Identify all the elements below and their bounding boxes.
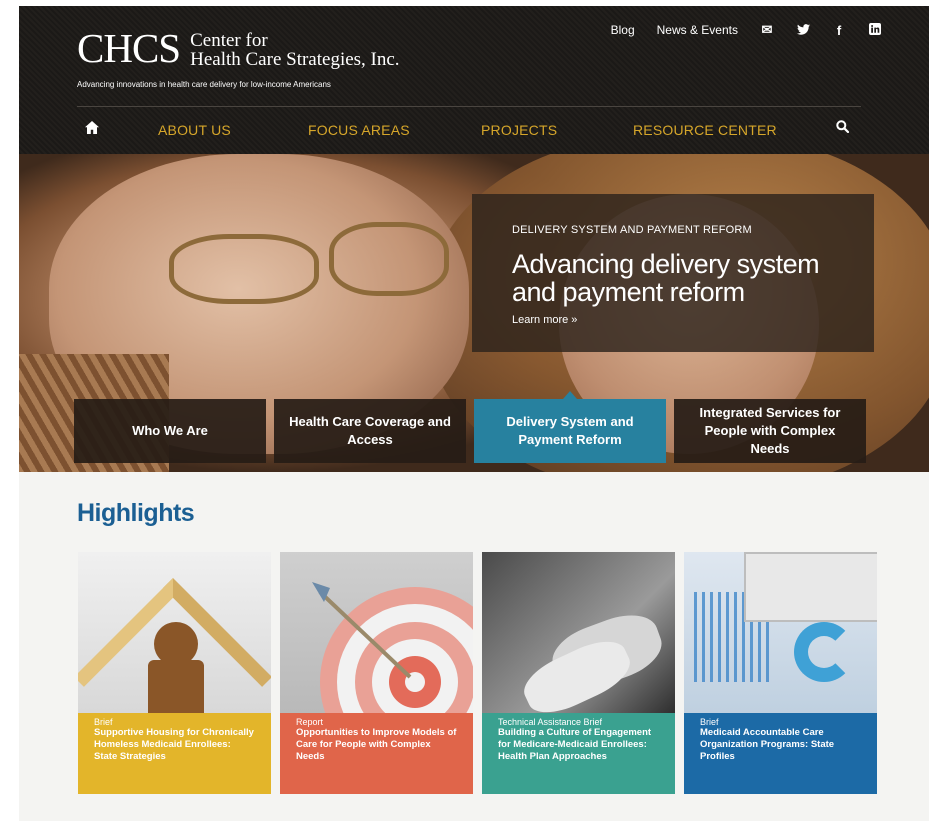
- tile-health-care-coverage[interactable]: Health Care Coverage and Access: [274, 399, 466, 463]
- card-type: Report: [296, 717, 324, 727]
- card-title[interactable]: Opportunities to Improve Models of Care …: [296, 727, 457, 763]
- news-events-link[interactable]: News & Events: [657, 23, 738, 37]
- tile-integrated-services[interactable]: Integrated Services for People with Comp…: [674, 399, 866, 463]
- card-image-hands: [482, 552, 675, 723]
- highlight-card[interactable]: Technical Assistance Brief Building a Cu…: [482, 552, 675, 794]
- card-type: Brief: [700, 717, 719, 727]
- linkedin-icon[interactable]: [868, 22, 882, 38]
- twitter-icon[interactable]: [796, 23, 810, 38]
- highlight-card[interactable]: Brief Medicaid Accountable Care Organiza…: [684, 552, 877, 794]
- highlights-heading: Highlights: [77, 499, 195, 527]
- card-type: Brief: [94, 717, 113, 727]
- hero-kicker: DELIVERY SYSTEM AND PAYMENT REFORM: [512, 224, 752, 236]
- card-band: Technical Assistance Brief Building a Cu…: [482, 713, 675, 794]
- card-image-housing: [78, 552, 271, 776]
- highlights-cards: Brief Supportive Housing for Chronically…: [78, 552, 877, 794]
- site-header: CHCS Center for Health Care Strategies, …: [19, 6, 929, 154]
- card-title[interactable]: Medicaid Accountable Care Organization P…: [700, 727, 861, 763]
- calculator-graphic: [744, 552, 877, 622]
- person-body: [148, 660, 204, 720]
- search-icon[interactable]: [836, 120, 850, 136]
- utility-nav: Blog News & Events ✉ f: [611, 22, 882, 38]
- pie-chart-graphic: [794, 622, 854, 682]
- main-nav: ABOUT US FOCUS AREAS PROJECTS RESOURCE C…: [77, 114, 861, 144]
- page: CHCS Center for Health Care Strategies, …: [19, 6, 929, 821]
- card-band: Report Opportunities to Improve Models o…: [280, 713, 473, 794]
- hero-banner: DELIVERY SYSTEM AND PAYMENT REFORM Advan…: [19, 154, 929, 472]
- hero-photo-glasses-left: [169, 234, 319, 304]
- card-image-target: [280, 552, 473, 777]
- card-type: Technical Assistance Brief: [498, 717, 603, 727]
- tile-who-we-are[interactable]: Who We Are: [74, 399, 266, 463]
- home-icon[interactable]: [77, 120, 107, 138]
- target-graphic: [312, 582, 473, 777]
- nav-about-us[interactable]: ABOUT US: [158, 122, 231, 138]
- header-divider: [77, 106, 861, 107]
- card-title[interactable]: Building a Culture of Engagement for Med…: [498, 727, 659, 763]
- logo-name-line2: Health Care Strategies, Inc.: [190, 49, 400, 70]
- logo-name-line1: Center for: [190, 30, 268, 51]
- hero-caption: DELIVERY SYSTEM AND PAYMENT REFORM Advan…: [472, 194, 874, 352]
- hero-photo-glasses-right: [329, 222, 449, 296]
- card-band: Brief Supportive Housing for Chronically…: [78, 713, 271, 794]
- nav-focus-areas[interactable]: FOCUS AREAS: [308, 122, 410, 138]
- logo[interactable]: CHCS Center for Health Care Strategies, …: [77, 25, 400, 71]
- tagline: Advancing innovations in health care del…: [77, 80, 331, 89]
- nav-projects[interactable]: PROJECTS: [481, 122, 557, 138]
- card-image-calculator: [684, 552, 877, 713]
- highlight-card[interactable]: Brief Supportive Housing for Chronically…: [78, 552, 271, 794]
- mail-icon[interactable]: ✉: [760, 22, 774, 38]
- hero-tiles: Who We Are Health Care Coverage and Acce…: [74, 399, 866, 463]
- logo-mark: CHCS: [77, 25, 181, 71]
- card-title[interactable]: Supportive Housing for Chronically Homel…: [94, 727, 255, 763]
- tile-delivery-system[interactable]: Delivery System and Payment Reform: [474, 399, 666, 463]
- hero-title: Advancing delivery system and payment re…: [512, 249, 820, 307]
- highlight-card[interactable]: Report Opportunities to Improve Models o…: [280, 552, 473, 794]
- logo-name: Center for Health Care Strategies, Inc.: [190, 31, 399, 69]
- active-tile-pointer: [563, 391, 577, 399]
- blog-link[interactable]: Blog: [611, 23, 635, 37]
- card-band: Brief Medicaid Accountable Care Organiza…: [684, 713, 877, 794]
- hero-learn-more-link[interactable]: Learn more »: [512, 314, 834, 326]
- nav-resource-center[interactable]: RESOURCE CENTER: [633, 122, 777, 138]
- facebook-icon[interactable]: f: [832, 23, 846, 38]
